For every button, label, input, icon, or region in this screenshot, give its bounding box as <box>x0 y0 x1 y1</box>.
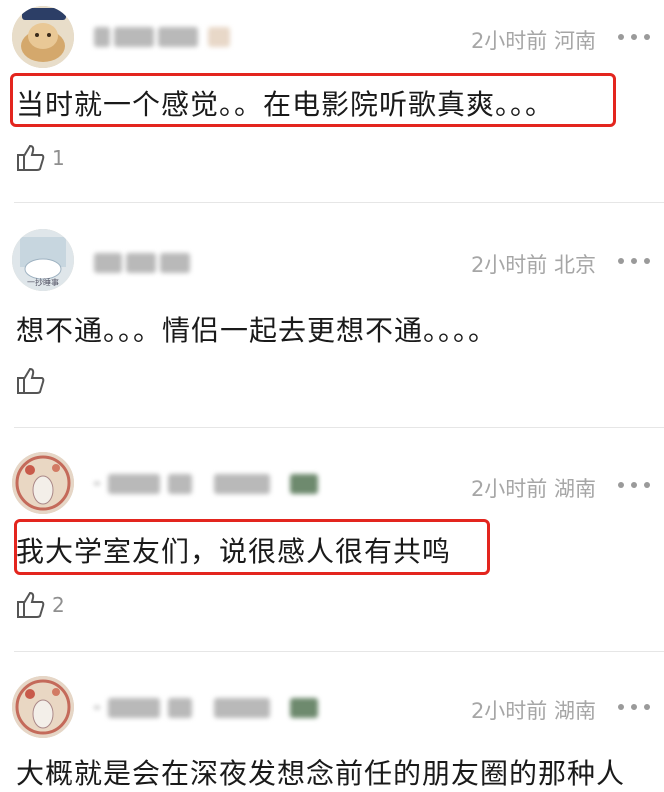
comment-time: 2小时前 <box>470 29 548 53</box>
comment-item: 2小时前 湖南 我大学室友们，说很感人很有共鸣 2 <box>0 428 664 650</box>
svg-text:一抄睡事: 一抄睡事 <box>27 277 59 287</box>
like-count: 2 <box>52 593 65 617</box>
avatar[interactable] <box>12 452 74 514</box>
comment-meta: 2小时前 湖南 <box>471 473 596 503</box>
comment-text: 当时就一个感觉。。在电影院听歌真爽。。。 <box>16 88 555 121</box>
more-dots-icon[interactable] <box>618 32 654 42</box>
comment-location: 河南 <box>554 29 596 53</box>
username-blurred[interactable] <box>94 696 324 720</box>
username-blurred[interactable] <box>94 472 324 496</box>
comment-text: 想不通。。。情侣一起去更想不通。。。。 <box>16 314 498 347</box>
comment-meta: 2小时前 北京 <box>471 249 596 279</box>
comment-item: 2小时前 河南 当时就一个感觉。。在电影院听歌真爽。。。 1 <box>0 0 664 200</box>
comment-item: 2小时前 湖南 大概就是会在深夜发想念前任的朋友圈的那种人 <box>0 652 664 790</box>
comment-time: 2小时前 <box>470 477 548 501</box>
more-dots-icon[interactable] <box>618 256 654 266</box>
comment-text: 大概就是会在深夜发想念前任的朋友圈的那种人 <box>16 757 626 790</box>
like-count: 1 <box>52 146 65 170</box>
username-blurred[interactable] <box>94 251 194 275</box>
more-dots-icon[interactable] <box>618 702 654 712</box>
thumbs-up-icon[interactable] <box>16 143 46 173</box>
comment-time: 2小时前 <box>470 699 548 723</box>
avatar[interactable] <box>12 676 74 738</box>
comment-location: 湖南 <box>554 699 596 723</box>
avatar[interactable]: 一抄睡事 <box>12 229 74 291</box>
comment-location: 北京 <box>554 253 596 277</box>
avatar[interactable] <box>12 6 74 68</box>
thumbs-up-icon[interactable] <box>16 590 46 620</box>
thumbs-up-icon[interactable] <box>16 366 46 396</box>
comment-item: 一抄睡事 2小时前 北京 想不通。。。情侣一起去更想不通。。。。 <box>0 203 664 425</box>
comment-location: 湖南 <box>554 477 596 501</box>
comment-time: 2小时前 <box>470 253 548 277</box>
comment-text: 我大学室友们，说很感人很有共鸣 <box>16 535 452 568</box>
more-dots-icon[interactable] <box>618 480 654 490</box>
comment-meta: 2小时前 湖南 <box>471 695 596 725</box>
comment-meta: 2小时前 河南 <box>471 25 596 55</box>
username-blurred[interactable] <box>94 25 234 49</box>
